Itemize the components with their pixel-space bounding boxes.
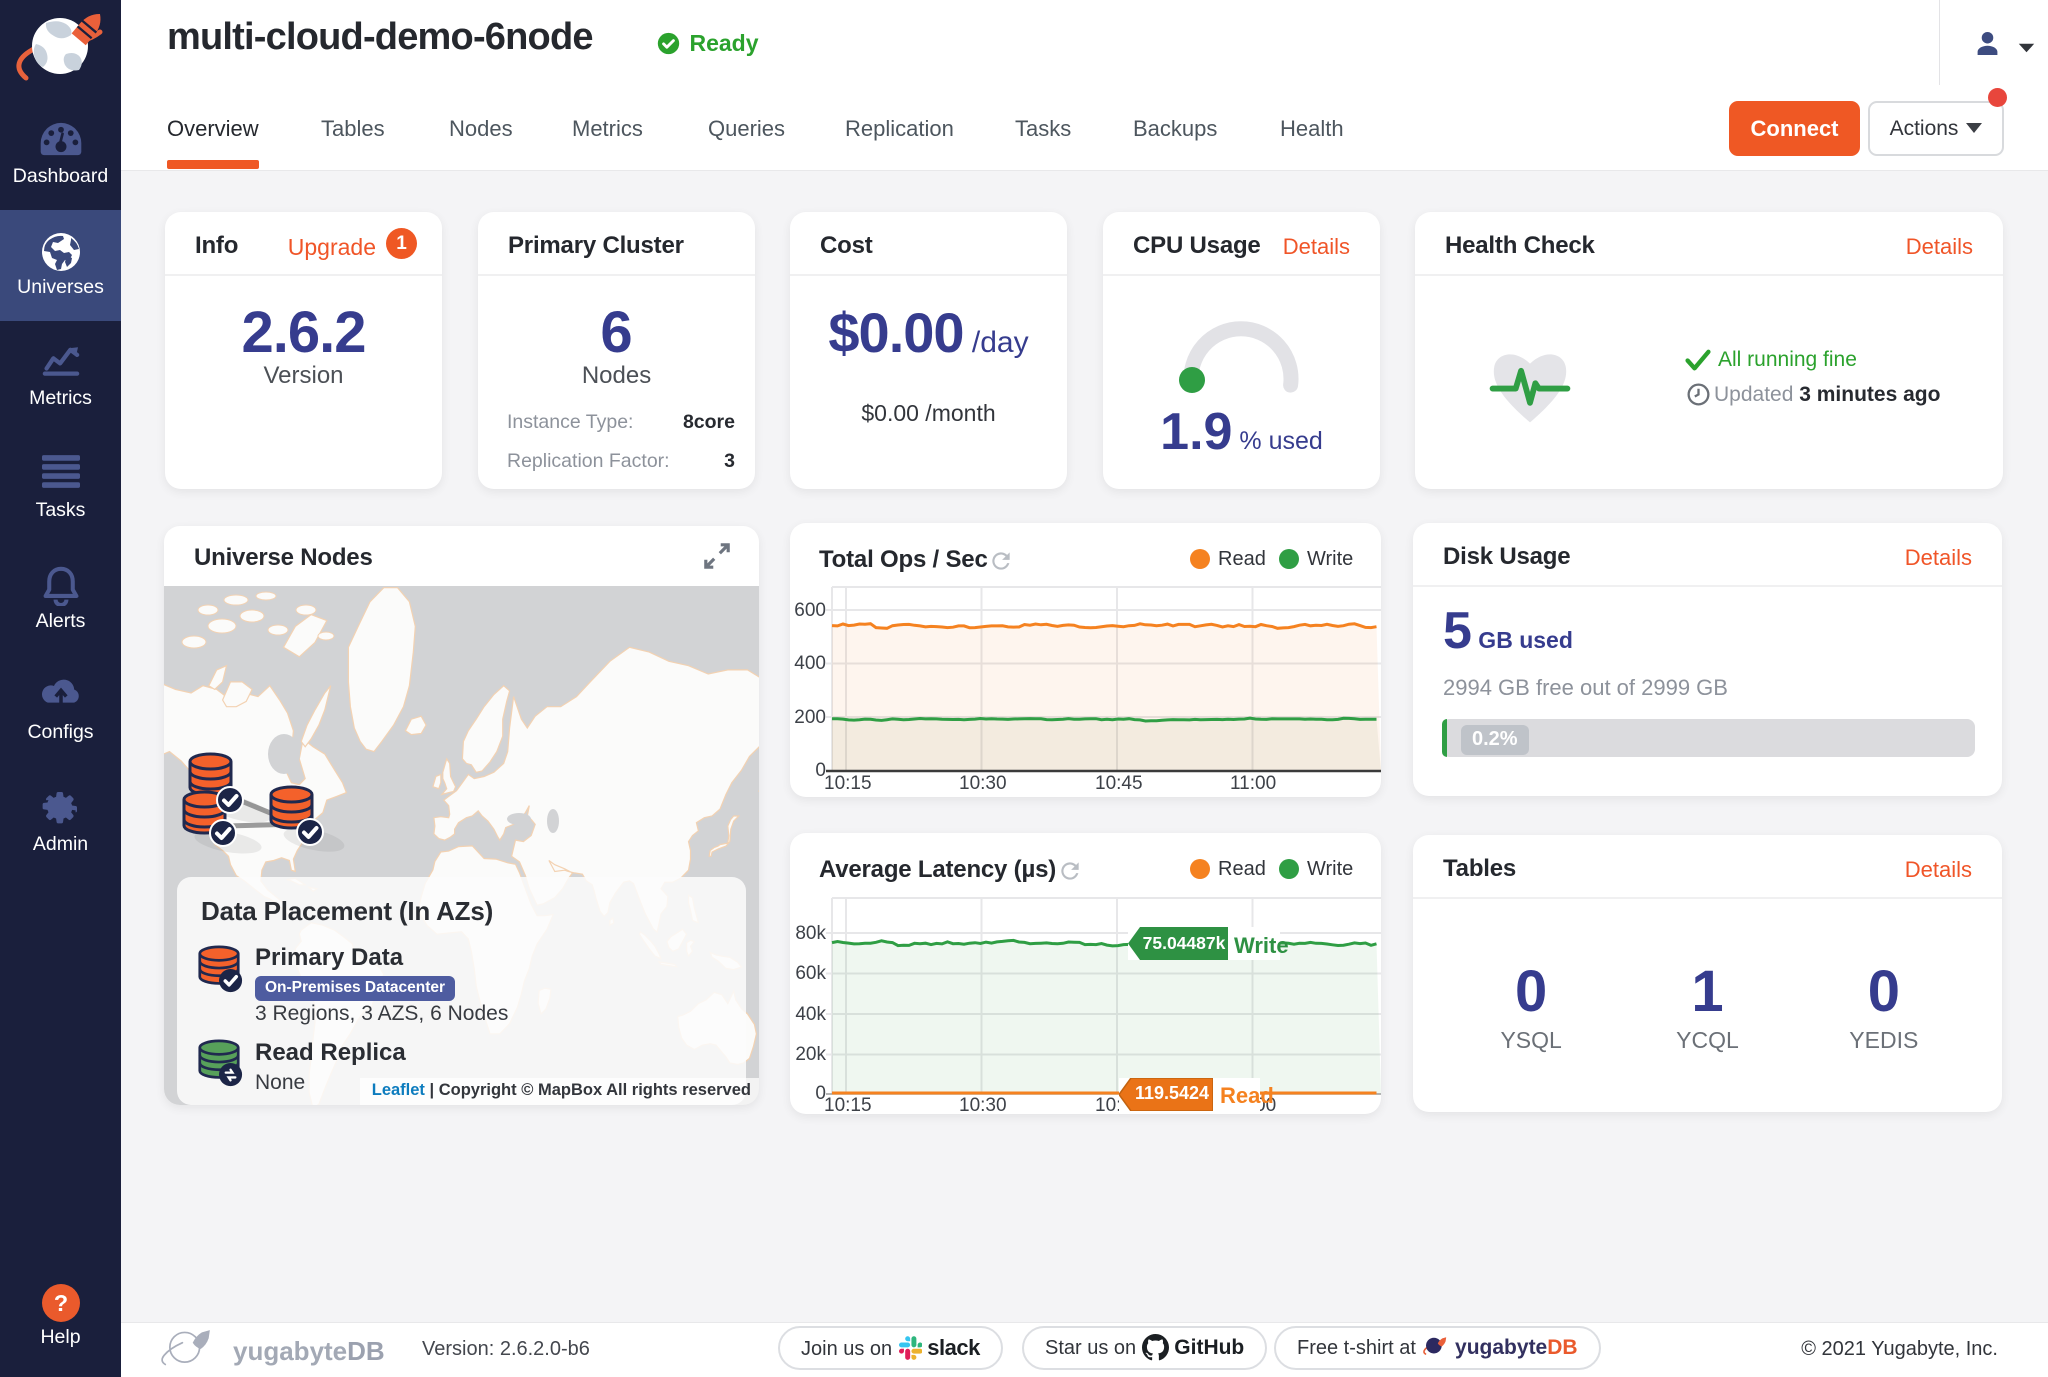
svg-text:?: ?: [53, 1290, 67, 1316]
